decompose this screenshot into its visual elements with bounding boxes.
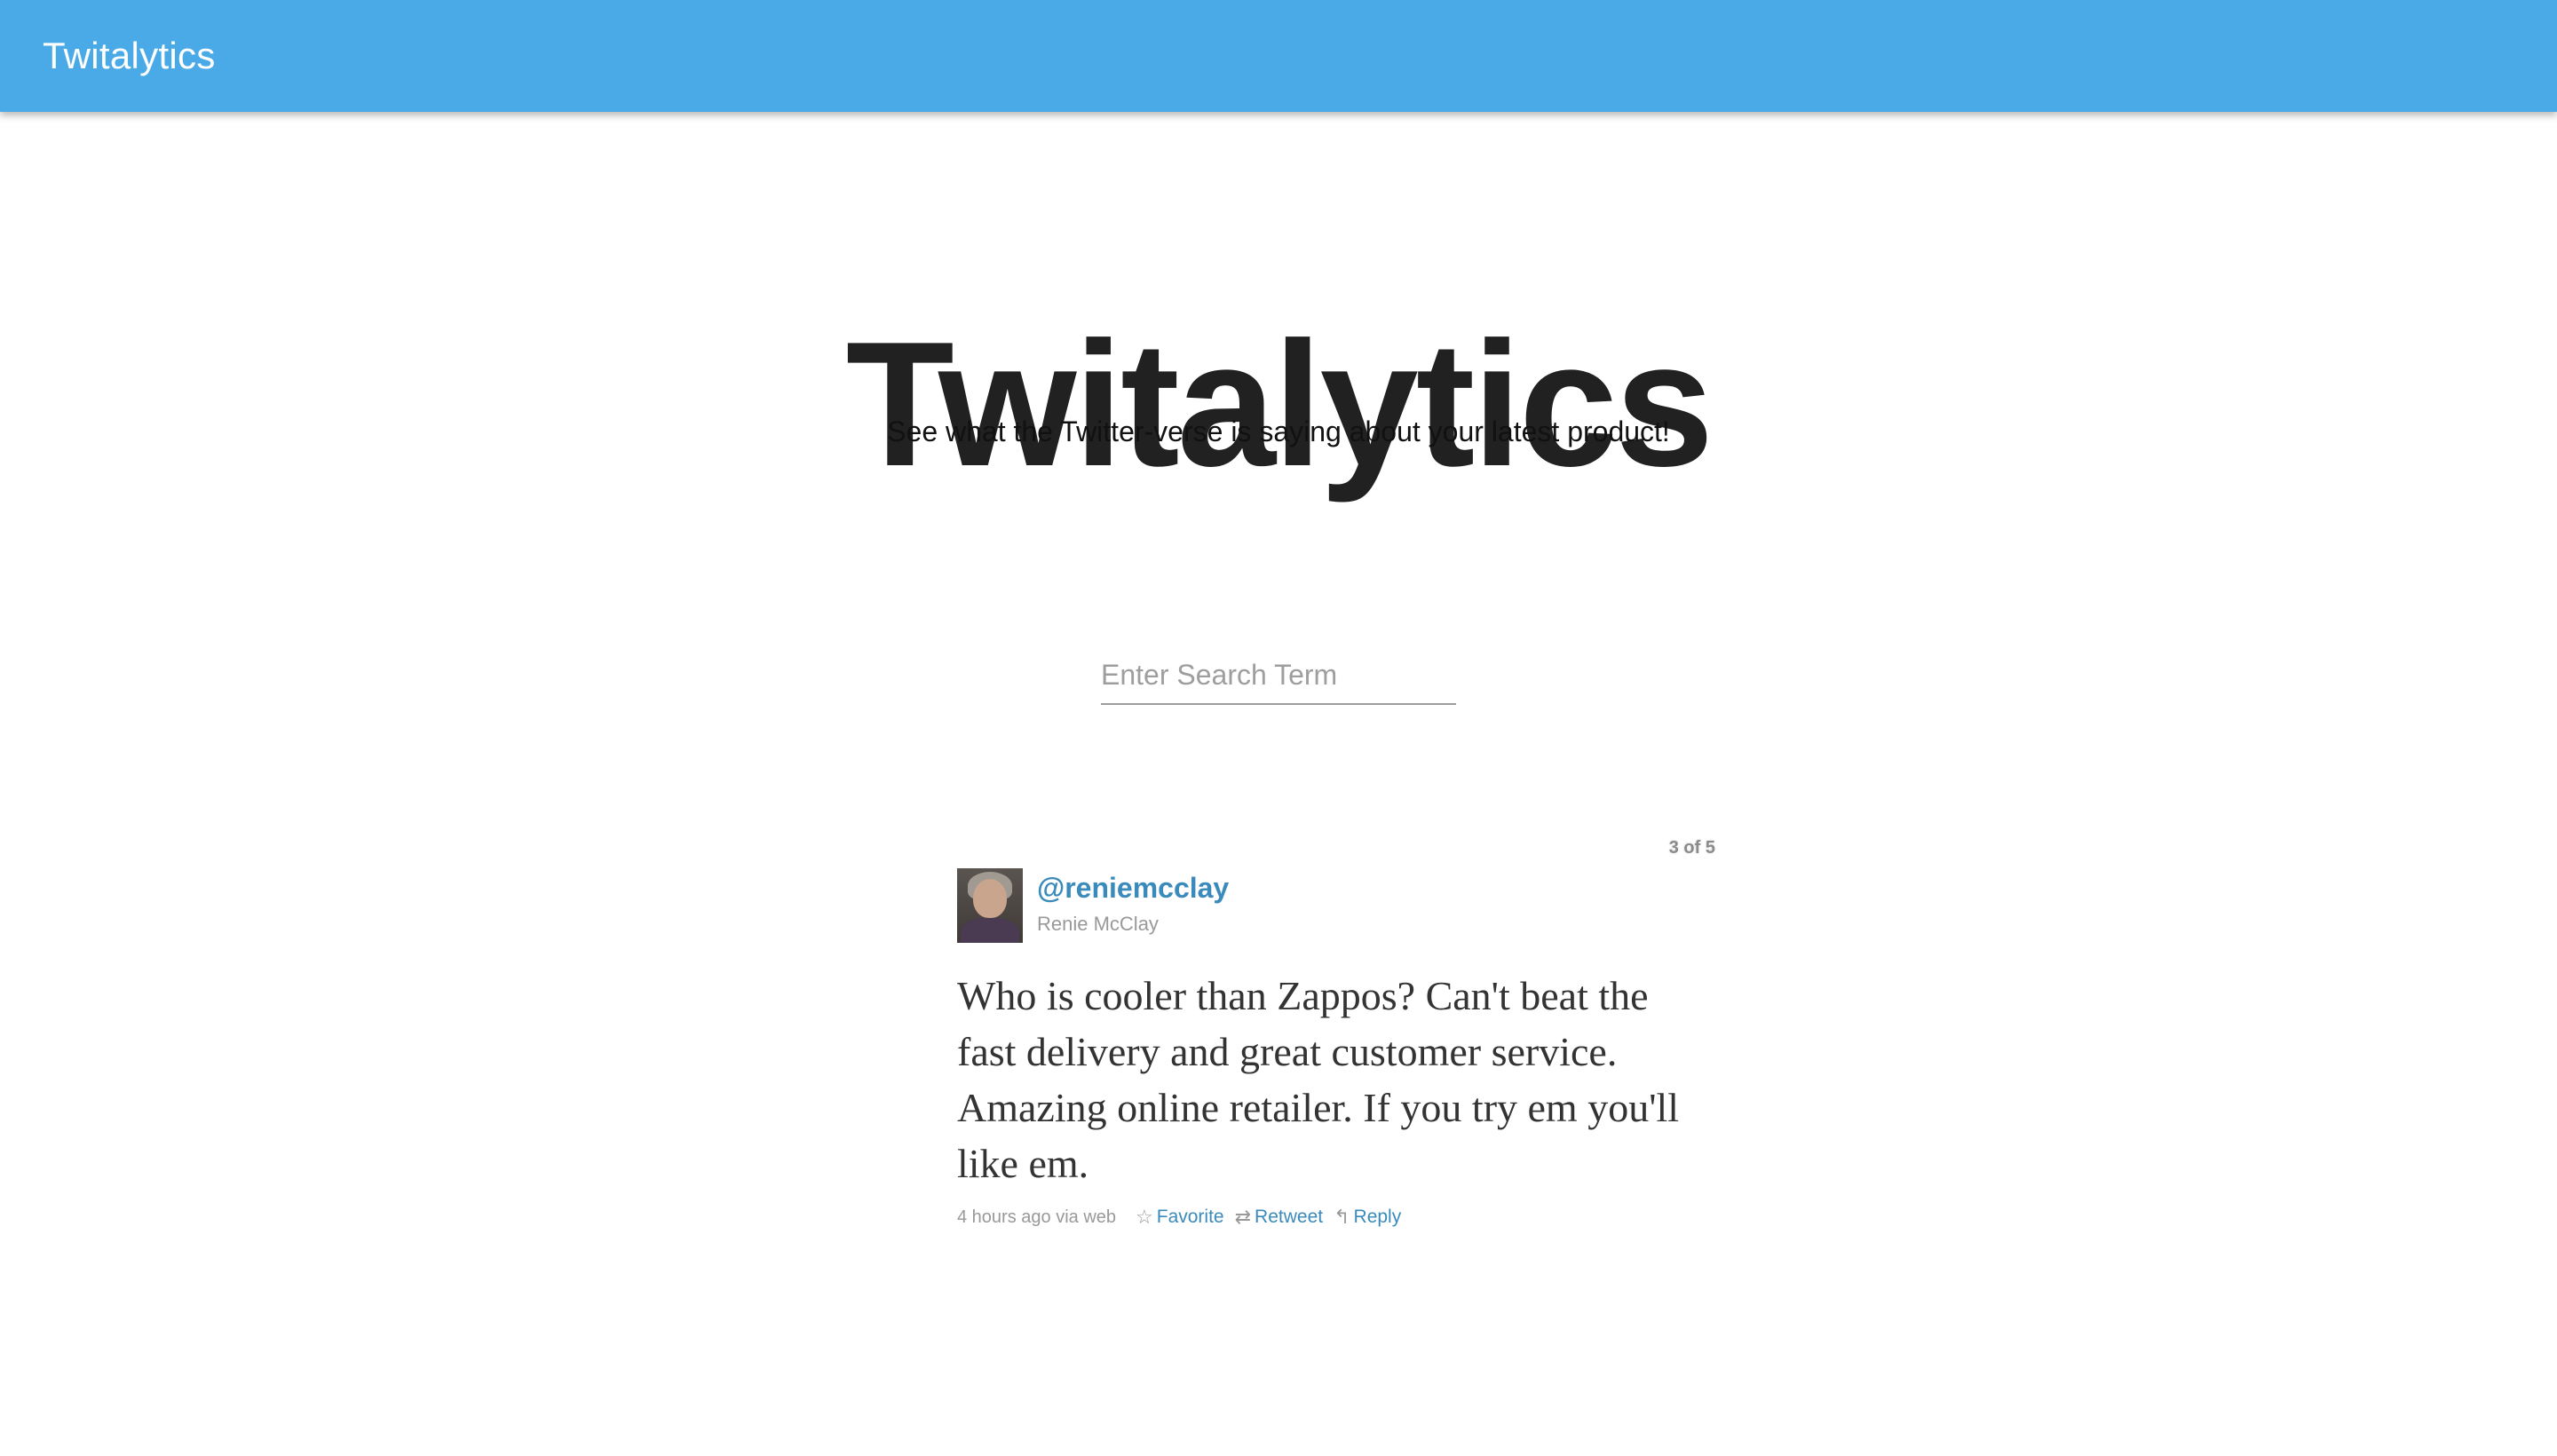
search-input[interactable] [1101,646,1456,703]
tweet-card: 3 of 5 @reniemcclay Renie McClay Who is … [957,835,1721,1243]
tweet-timestamp[interactable]: 4 hours ago via web [957,1207,1116,1228]
star-icon: ☆ [1136,1206,1153,1228]
tweet-meta: 4 hours ago via web ☆ Favorite ⇄ Retweet… [957,1206,1412,1229]
reply-icon: ↰ [1334,1206,1350,1228]
avatar[interactable] [957,868,1023,943]
reply-button[interactable]: ↰ Reply [1334,1206,1401,1229]
reply-label: Reply [1353,1207,1402,1227]
search-field [1101,646,1456,705]
favorite-button[interactable]: ☆ Favorite [1136,1206,1224,1229]
tweet-author-name: Renie McClay [1037,913,1159,935]
tweet-text: Who is cooler than Zappos? Can't beat th… [957,973,1680,1186]
retweet-button[interactable]: ⇄ Retweet [1235,1206,1323,1229]
page-subtitle: See what the Twitter-verse is saying abo… [887,415,1670,447]
page-title: Twitalytics [845,305,1714,503]
retweet-label: Retweet [1255,1207,1324,1227]
navbar-brand[interactable]: Twitalytics [43,35,216,77]
retweet-icon: ⇄ [1234,1206,1252,1228]
tweet-handle-link[interactable]: @reniemcclay [1037,872,1229,905]
tweet-counter: 3 of 5 [1668,838,1715,858]
top-navbar: Twitalytics [0,0,2557,112]
favorite-label: Favorite [1156,1207,1224,1227]
